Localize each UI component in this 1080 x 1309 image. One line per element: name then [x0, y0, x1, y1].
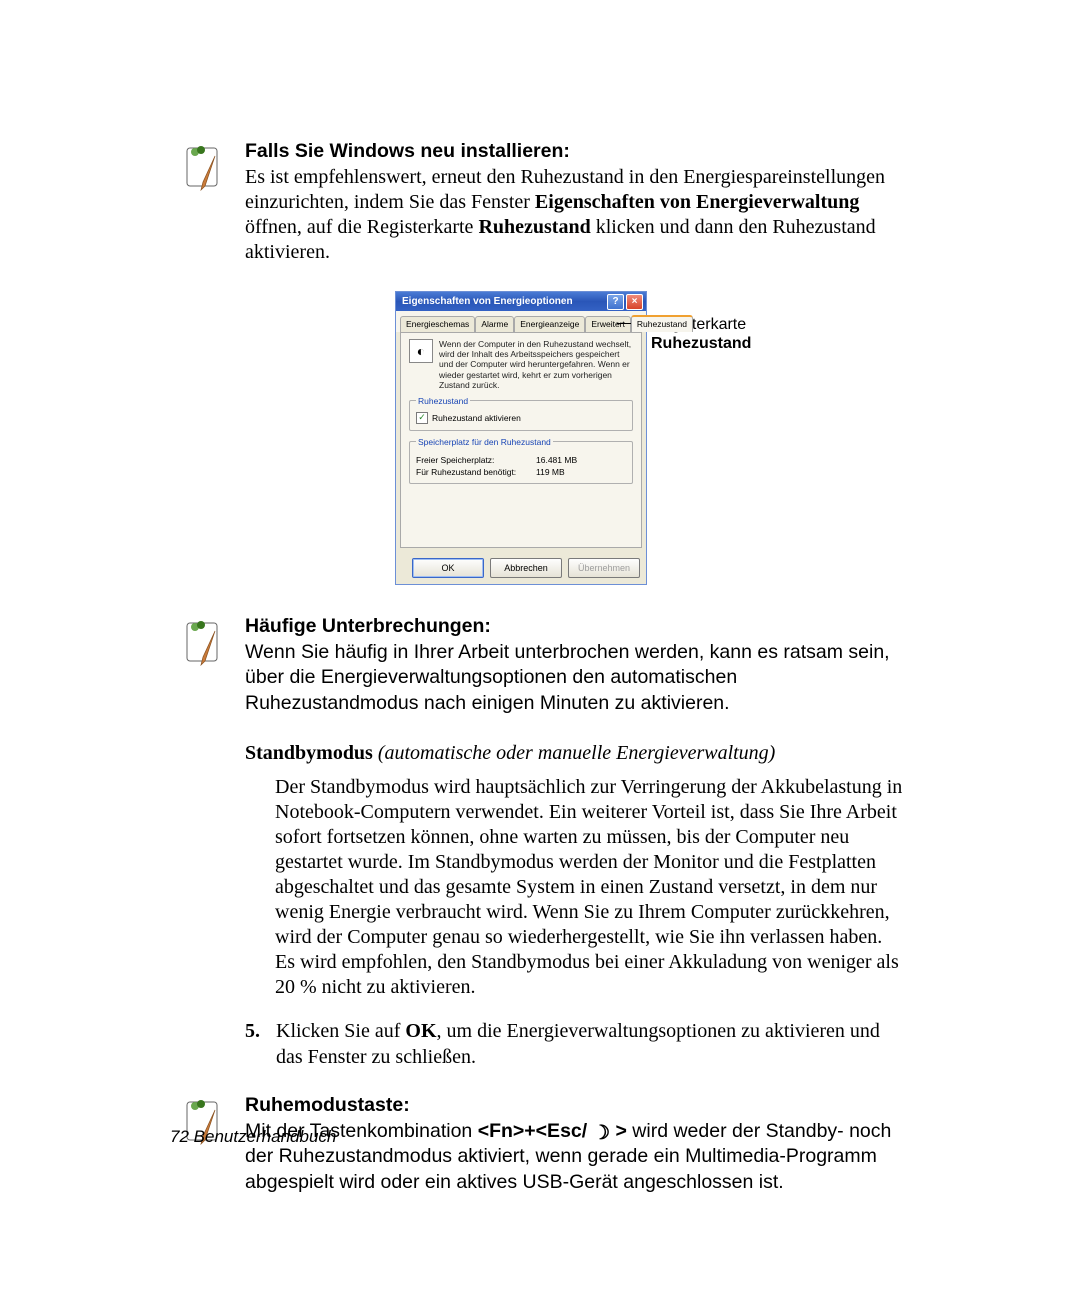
strong-text: Eigenschaften von Energieverwaltung: [535, 191, 859, 213]
energy-options-dialog: Eigenschaften von Energieoptionen ? × En…: [395, 291, 647, 585]
note-body: Es ist empfehlenswert, erneut den Ruhezu…: [245, 165, 905, 265]
note-title: Häufige Unterbrechungen:: [245, 615, 905, 638]
help-button[interactable]: ?: [607, 294, 624, 310]
label-free-space: Freier Speicherplatz:: [416, 455, 526, 465]
text: öffnen, auf die Registerkarte: [245, 216, 478, 238]
apply-button[interactable]: Übernehmen: [568, 558, 640, 578]
note-reinstall: Falls Sie Windows neu installieren: Es i…: [245, 140, 905, 265]
subhead-em: (automatische oder manuelle Energieverwa…: [373, 742, 776, 764]
step-number: 5.: [245, 1018, 260, 1070]
hibernate-icon: ◐: [409, 339, 433, 363]
tabstrip: Energieschemas Alarme Energieanzeige Erw…: [396, 311, 646, 332]
tab-ruhezustand[interactable]: Ruhezustand: [631, 315, 693, 332]
note-title: Ruhemodustaste:: [245, 1094, 905, 1117]
moon-icon: ☽: [593, 1121, 610, 1146]
note-body: Wenn Sie häufig in Ihrer Arbeit unterbro…: [245, 640, 905, 716]
group-legend: Ruhezustand: [416, 396, 470, 406]
subhead-strong: Standbymodus: [245, 742, 373, 764]
callout-line2: Ruhezustand: [651, 334, 751, 353]
description-text: Wenn der Computer in den Ruhezustand wec…: [439, 339, 633, 390]
window-title: Eigenschaften von Energieoptionen: [402, 296, 573, 307]
shortcut-text-end: >: [610, 1120, 627, 1142]
note-body: Mit der Tastenkombination <Fn>+<Esc/ ☽ >…: [245, 1119, 905, 1195]
text: Klicken Sie auf: [276, 1020, 405, 1042]
strong-text: Ruhezustand: [478, 216, 590, 238]
close-button[interactable]: ×: [626, 294, 643, 310]
enable-hibernate-checkbox[interactable]: ✓: [416, 412, 428, 424]
tab-alarme[interactable]: Alarme: [475, 316, 514, 333]
dialog-container: Eigenschaften von Energieoptionen ? × En…: [395, 291, 650, 585]
value-required-space: 119 MB: [536, 467, 565, 477]
page-footer: 72 Benutzerhandbuch: [170, 1127, 336, 1147]
page-number: 72: [170, 1127, 189, 1146]
footer-label: Benutzerhandbuch: [189, 1127, 336, 1146]
shortcut-text: <Fn>+<Esc/: [478, 1120, 593, 1142]
group-legend: Speicherplatz für den Ruhezustand: [416, 437, 553, 447]
note-title: Falls Sie Windows neu installieren:: [245, 140, 905, 163]
groupbox-diskspace: Speicherplatz für den Ruhezustand Freier…: [409, 437, 633, 484]
standby-paragraph: Der Standbymodus wird hauptsächlich zur …: [275, 775, 905, 1000]
step-5: 5. Klicken Sie auf OK, um die Energiever…: [245, 1018, 905, 1070]
checkbox-label: Ruhezustand aktivieren: [432, 413, 521, 423]
tab-energieanzeige[interactable]: Energieanzeige: [514, 316, 585, 333]
ok-button[interactable]: OK: [412, 558, 484, 578]
note-icon: [181, 142, 225, 198]
value-free-space: 16.481 MB: [536, 455, 577, 465]
subhead-standby: Standbymodus (automatische oder manuelle…: [245, 742, 905, 765]
tab-energieschemas[interactable]: Energieschemas: [400, 316, 475, 333]
step-text: Klicken Sie auf OK, um die Energieverwal…: [276, 1018, 905, 1070]
note-interrupts: Häufige Unterbrechungen: Wenn Sie häufig…: [245, 615, 905, 716]
tabpanel-ruhezustand: ◐ Wenn der Computer in den Ruhezustand w…: [400, 332, 642, 548]
strong-text: OK: [405, 1020, 436, 1042]
note-sleepkey: Ruhemodustaste: Mit der Tastenkombinatio…: [245, 1094, 905, 1195]
tab-erweitert[interactable]: Erweitert: [585, 316, 631, 333]
groupbox-ruhezustand: Ruhezustand ✓ Ruhezustand aktivieren: [409, 396, 633, 431]
dialog-button-row: OK Abbrechen Übernehmen: [396, 552, 646, 584]
cancel-button[interactable]: Abbrechen: [490, 558, 562, 578]
titlebar[interactable]: Eigenschaften von Energieoptionen ? ×: [396, 292, 646, 311]
note-icon: [181, 617, 225, 673]
label-required-space: Für Ruhezustand benötigt:: [416, 467, 526, 477]
